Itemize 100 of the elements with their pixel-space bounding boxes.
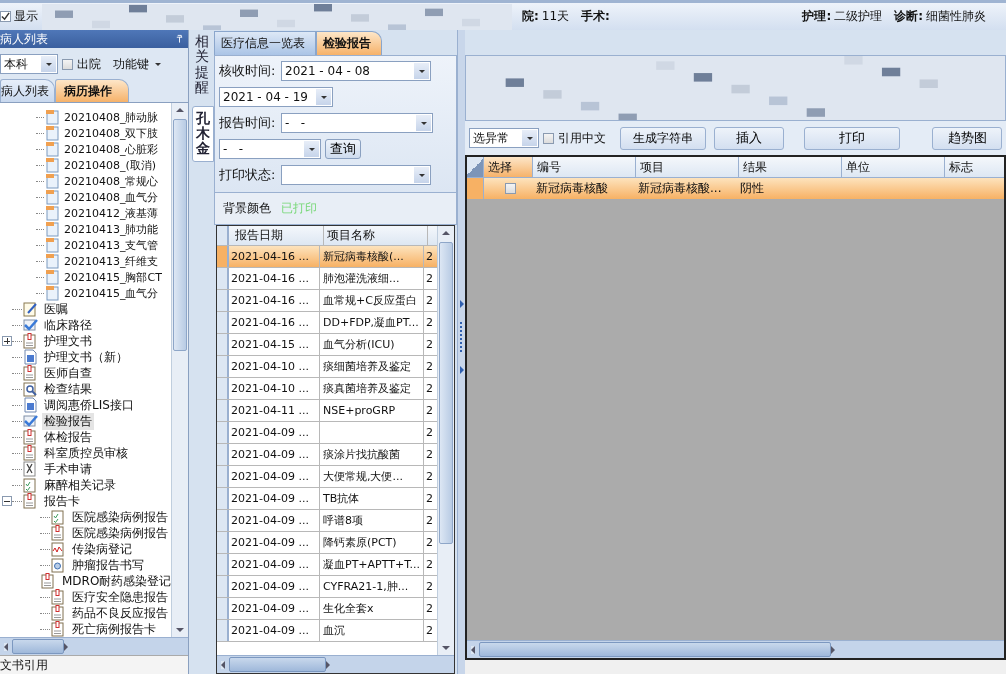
tab[interactable]: 病人列表	[0, 79, 55, 102]
row-header[interactable]	[467, 178, 484, 199]
table-row[interactable]: 2021-04-16 ... DD+FDP,凝血PT... 2	[217, 312, 437, 334]
tree-item[interactable]: 医师自查	[42, 364, 94, 382]
select-all-corner[interactable]	[467, 157, 484, 177]
table-row[interactable]: 2021-04-09 ... 血沉 2	[217, 620, 437, 642]
table-row[interactable]: 2021-04-10 ... 痰真菌培养及鉴定 2	[217, 378, 437, 400]
row-header[interactable]	[217, 422, 229, 443]
table-row[interactable]: 2021-04-09 ... 呼谱8项 2	[217, 510, 437, 532]
tree-item[interactable]: 20210413_纤维支	[62, 253, 161, 269]
table-row[interactable]: 2021-04-09 ... CYFRA21-1,肿... 2	[217, 576, 437, 598]
tree-item[interactable]: 20210408_双下肢	[62, 125, 161, 141]
tree-item[interactable]: 20210412_液基薄	[62, 205, 161, 221]
row-header[interactable]	[217, 488, 229, 509]
department-dropdown[interactable]: 本科	[0, 54, 58, 74]
tree-item[interactable]: 临床路径	[42, 316, 94, 334]
tree-item[interactable]: 20210408_肺动脉	[62, 109, 161, 125]
tree-item[interactable]: 护理文书（新）	[42, 348, 130, 366]
table-row[interactable]: 新冠病毒核酸 新冠病毒核酸... 阴性	[467, 178, 1004, 199]
scrollbar[interactable]	[467, 640, 1004, 658]
row-header[interactable]	[217, 290, 229, 311]
side-tab[interactable]: 相关提醒	[192, 30, 212, 100]
tree-item[interactable]: 麻醉相关记录	[42, 476, 118, 494]
tree-item[interactable]: 医院感染病例报告	[70, 524, 170, 542]
table-row[interactable]: 2021-04-09 ... 生化全套x 2	[217, 598, 437, 620]
expand-toggle[interactable]	[2, 336, 12, 346]
table-row[interactable]: 2021-04-09 ... 凝血PT+APTT+T... 2	[217, 554, 437, 576]
row-header[interactable]	[217, 598, 229, 619]
tree-item[interactable]: 检验报告	[42, 412, 94, 430]
column-header[interactable]: 报告日期	[229, 226, 324, 245]
row-header[interactable]	[217, 246, 229, 267]
query-button[interactable]: 查询	[325, 139, 361, 159]
date-field[interactable]: 2021 - 04 - 08	[281, 61, 431, 81]
column-header[interactable]: 标志	[945, 157, 1006, 177]
tree-item[interactable]: 药品不良反应报告	[70, 604, 170, 622]
tree-item[interactable]: 20210408_血气分	[62, 189, 161, 205]
tab[interactable]: 检验报告	[316, 31, 382, 55]
row-header[interactable]	[217, 268, 229, 289]
tree-item[interactable]: 20210415_血气分	[62, 285, 161, 301]
row-header[interactable]	[217, 466, 229, 487]
tree-item[interactable]: MDRO耐药感染登记	[60, 572, 171, 590]
row-header[interactable]	[217, 226, 229, 245]
date-field[interactable]: - -	[281, 113, 433, 133]
function-key-menu[interactable]: 功能键	[111, 55, 163, 73]
tree-item[interactable]: 报告卡	[42, 492, 82, 510]
column-header[interactable]: 编号	[533, 157, 636, 177]
tree-item[interactable]: 20210408_常规心	[62, 173, 161, 189]
tree-item[interactable]: 传染病登记	[70, 540, 134, 558]
filter-dropdown[interactable]: 选异常	[469, 128, 539, 148]
tree-item[interactable]: 20210413_支气管	[62, 237, 161, 253]
table-row[interactable]: 2021-04-15 ... 血气分析(ICU) 2	[217, 334, 437, 356]
tree-item[interactable]: 护理文书	[42, 332, 94, 350]
table-row[interactable]: 2021-04-09 ... TB抗体 2	[217, 488, 437, 510]
column-header[interactable]: 结果	[739, 157, 842, 177]
row-header[interactable]	[217, 532, 229, 553]
checkbox[interactable]	[62, 58, 73, 70]
table-row[interactable]: 2021-04-09 ... 降钙素原(PCT) 2	[217, 532, 437, 554]
checkbox[interactable]	[543, 132, 554, 144]
row-header[interactable]	[217, 510, 229, 531]
collapse-toggle[interactable]	[2, 496, 12, 506]
date-field[interactable]: 2021 - 04 - 19	[219, 87, 333, 107]
row-header[interactable]	[217, 356, 229, 377]
row-header[interactable]	[217, 576, 229, 597]
toolbar-button[interactable]: 插入	[714, 126, 784, 150]
row-header[interactable]	[217, 312, 229, 333]
row-header[interactable]	[217, 554, 229, 575]
side-tab[interactable]: 孔木金	[192, 105, 214, 162]
row-header[interactable]	[217, 620, 229, 641]
pin-icon[interactable]	[175, 34, 184, 44]
tree-item[interactable]: 手术申请	[42, 460, 94, 478]
column-header[interactable]: 选择	[484, 157, 533, 177]
table-row[interactable]: 2021-04-16 ... 新冠病毒核酸(... 2	[217, 246, 437, 268]
row-header[interactable]	[217, 334, 229, 355]
tree-item[interactable]: 死亡病例报告卡	[70, 620, 158, 637]
row-header[interactable]	[217, 400, 229, 421]
table-row[interactable]: 2021-04-16 ... 肺泡灌洗液细... 2	[217, 268, 437, 290]
toolbar-button[interactable]: 趋势图	[932, 126, 1002, 150]
table-row[interactable]: 2021-04-16 ... 血常规+C反应蛋白 2	[217, 290, 437, 312]
table-row[interactable]: 2021-04-10 ... 痰细菌培养及鉴定 2	[217, 356, 437, 378]
column-header[interactable]: 项目名称	[324, 226, 428, 245]
toolbar-button[interactable]: 生成字符串	[620, 126, 706, 150]
date-field[interactable]: - -	[219, 139, 321, 159]
scrollbar[interactable]	[217, 655, 454, 673]
table-row[interactable]: 2021-04-09 ... 痰涂片找抗酸菌 2	[217, 444, 437, 466]
print-status-dropdown[interactable]	[281, 165, 431, 185]
tab[interactable]: 病历操作	[55, 79, 129, 102]
tree-item[interactable]: 医疗安全隐患报告	[70, 588, 170, 606]
tree-item[interactable]: 20210408_心脏彩	[62, 141, 161, 157]
tree-item[interactable]: 调阅惠侨LIS接口	[42, 396, 136, 414]
tree-item[interactable]: 20210415_胸部CT	[62, 269, 164, 285]
tree-item[interactable]: 肿瘤报告书写	[70, 556, 146, 574]
row-header[interactable]	[217, 444, 229, 465]
column-header[interactable]: 单位	[842, 157, 945, 177]
row-header[interactable]	[217, 378, 229, 399]
checkbox[interactable]	[0, 11, 11, 22]
tree-item[interactable]: 20210408_(取消)	[62, 157, 159, 173]
tree-item[interactable]: 检查结果	[42, 380, 94, 398]
tab[interactable]: 医疗信息一览表	[214, 31, 316, 55]
table-row[interactable]: 2021-04-09 ... 2	[217, 422, 437, 444]
table-row[interactable]: 2021-04-09 ... 大便常规,大便... 2	[217, 466, 437, 488]
